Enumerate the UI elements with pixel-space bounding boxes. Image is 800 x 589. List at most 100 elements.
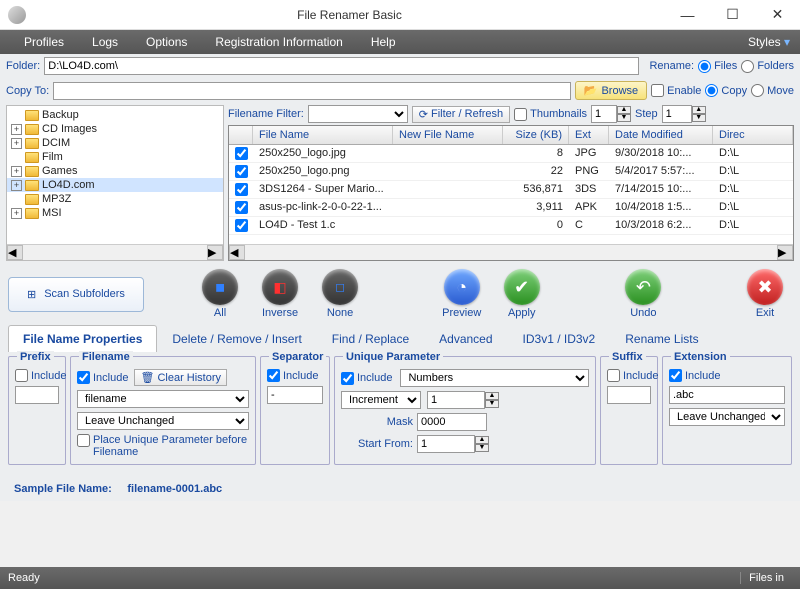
menu-options[interactable]: Options — [132, 35, 201, 49]
unique-type-select[interactable]: Numbers — [400, 369, 589, 387]
tab-rename-lists[interactable]: Rename Lists — [610, 325, 713, 352]
enable-check[interactable]: Enable — [651, 84, 701, 97]
undo-button[interactable]: Undo — [616, 269, 670, 319]
unique-include-check[interactable]: Include — [341, 372, 392, 385]
filename-include-check[interactable]: Include — [77, 371, 128, 384]
prefix-group: Prefix Include — [8, 356, 66, 465]
tab-find-replace[interactable]: Find / Replace — [317, 325, 424, 352]
filename-filter-select[interactable] — [308, 105, 408, 123]
expand-icon[interactable]: + — [11, 180, 22, 191]
col-filename[interactable]: File Name — [253, 126, 393, 144]
mask-label: Mask — [341, 416, 413, 428]
row-check[interactable] — [235, 201, 248, 214]
copyto-input[interactable] — [53, 82, 571, 100]
folder-input[interactable] — [44, 57, 639, 75]
filter-refresh-button[interactable]: ⟳Filter / Refresh — [412, 106, 510, 123]
expand-icon[interactable]: + — [11, 166, 22, 177]
table-row: 3DS1264 - Super Mario...536,8713DS7/14/2… — [229, 181, 793, 199]
windows-icon: ⊞ — [27, 288, 36, 301]
rename-files-radio[interactable]: Files — [698, 60, 737, 73]
row-check[interactable] — [235, 147, 248, 160]
select-none-button[interactable]: None — [313, 269, 367, 319]
tab-id3[interactable]: ID3v1 / ID3v2 — [508, 325, 611, 352]
increment-spinner[interactable]: ▲▼ — [427, 391, 499, 409]
col-check[interactable] — [229, 126, 253, 144]
minimize-button[interactable]: — — [665, 0, 710, 30]
select-all-button[interactable]: All — [193, 269, 247, 319]
move-radio[interactable]: Move — [751, 84, 794, 97]
copy-radio[interactable]: Copy — [705, 84, 747, 97]
tree-hscroll[interactable]: ◀▶ — [7, 244, 223, 260]
extension-case-select[interactable]: Leave Unchanged — [669, 408, 785, 426]
rename-folders-radio[interactable]: Folders — [741, 60, 794, 73]
file-table[interactable]: File Name New File Name Size (KB) Ext Da… — [228, 125, 794, 261]
all-icon — [202, 269, 238, 305]
extension-group: Extension Include Leave Unchanged — [662, 356, 792, 465]
expand-icon[interactable]: + — [11, 124, 22, 135]
prefix-input[interactable] — [15, 386, 59, 404]
prefix-include-check[interactable]: Include — [15, 369, 59, 382]
tree-item: +Games — [7, 164, 223, 178]
menu-profiles[interactable]: Profiles — [10, 35, 78, 49]
extension-include-check[interactable]: Include — [669, 369, 785, 382]
apply-button[interactable]: Apply — [495, 269, 549, 319]
separator-include-check[interactable]: Include — [267, 369, 323, 382]
tree-item: MP3Z — [7, 192, 223, 206]
clear-history-button[interactable]: 🗑Clear History — [134, 369, 227, 386]
tab-file-name-properties[interactable]: File Name Properties — [8, 325, 157, 352]
col-dir[interactable]: Direc — [713, 126, 793, 144]
filename-name-select[interactable]: filename — [77, 390, 249, 408]
tab-advanced[interactable]: Advanced — [424, 325, 507, 352]
menu-help[interactable]: Help — [357, 35, 410, 49]
row-check[interactable] — [235, 165, 248, 178]
unique-mode-select[interactable]: Increment — [341, 391, 421, 409]
exit-button[interactable]: Exit — [738, 269, 792, 319]
styles-dropdown[interactable]: Styles — [748, 35, 790, 49]
folder-open-icon: 📂 — [584, 84, 598, 97]
start-from-label: Start From: — [341, 438, 413, 450]
tab-delete-remove-insert[interactable]: Delete / Remove / Insert — [157, 325, 316, 352]
folder-tree[interactable]: Backup +CD Images +DCIM Film +Games +LO4… — [7, 106, 223, 244]
row-check[interactable] — [235, 183, 248, 196]
separator-group: Separator Include — [260, 356, 330, 465]
scan-subfolders-button[interactable]: ⊞Scan Subfolders — [8, 277, 144, 312]
step-label: Step — [635, 108, 658, 120]
start-from-spinner[interactable]: ▲▼ — [417, 435, 489, 453]
window-title: File Renamer Basic — [34, 8, 665, 22]
maximize-button[interactable]: ☐ — [710, 0, 755, 30]
expand-icon[interactable]: + — [11, 138, 22, 149]
filename-case-select[interactable]: Leave Unchanged — [77, 412, 249, 430]
preview-button[interactable]: Preview — [435, 269, 489, 319]
col-size[interactable]: Size (KB) — [503, 126, 569, 144]
folder-icon — [25, 166, 39, 177]
browse-button[interactable]: 📂Browse — [575, 81, 647, 100]
col-ext[interactable]: Ext — [569, 126, 609, 144]
menu-logs[interactable]: Logs — [78, 35, 132, 49]
suffix-input[interactable] — [607, 386, 651, 404]
suffix-include-check[interactable]: Include — [607, 369, 651, 382]
row-check[interactable] — [235, 219, 248, 232]
thumbnails-check[interactable]: Thumbnails — [514, 108, 587, 121]
expand-icon[interactable]: + — [11, 208, 22, 219]
tree-item: Backup — [7, 108, 223, 122]
table-hscroll[interactable]: ◀▶ — [229, 244, 793, 260]
col-date[interactable]: Date Modified — [609, 126, 713, 144]
preview-icon — [444, 269, 480, 305]
separator-input[interactable] — [267, 386, 323, 404]
close-button[interactable]: ✕ — [755, 0, 800, 30]
menu-registration[interactable]: Registration Information — [201, 35, 356, 49]
mask-input[interactable] — [417, 413, 487, 431]
sample-value: filename-0001.abc — [127, 483, 222, 495]
tree-item: Film — [7, 150, 223, 164]
exit-icon — [747, 269, 783, 305]
extension-input[interactable] — [669, 386, 785, 404]
col-newfilename[interactable]: New File Name — [393, 126, 503, 144]
unique-parameter-group: Unique Parameter Include Numbers Increme… — [334, 356, 596, 465]
folder-icon — [25, 208, 39, 219]
select-inverse-button[interactable]: Inverse — [253, 269, 307, 319]
table-row: 250x250_logo.png22PNG5/4/2017 5:57:...D:… — [229, 163, 793, 181]
step-spinner[interactable]: ▲▼ — [662, 105, 706, 123]
rename-label: Rename: — [649, 60, 694, 72]
place-unique-check[interactable]: Place Unique Parameter before Filename — [77, 434, 249, 458]
thumbnails-spinner[interactable]: ▲▼ — [591, 105, 631, 123]
